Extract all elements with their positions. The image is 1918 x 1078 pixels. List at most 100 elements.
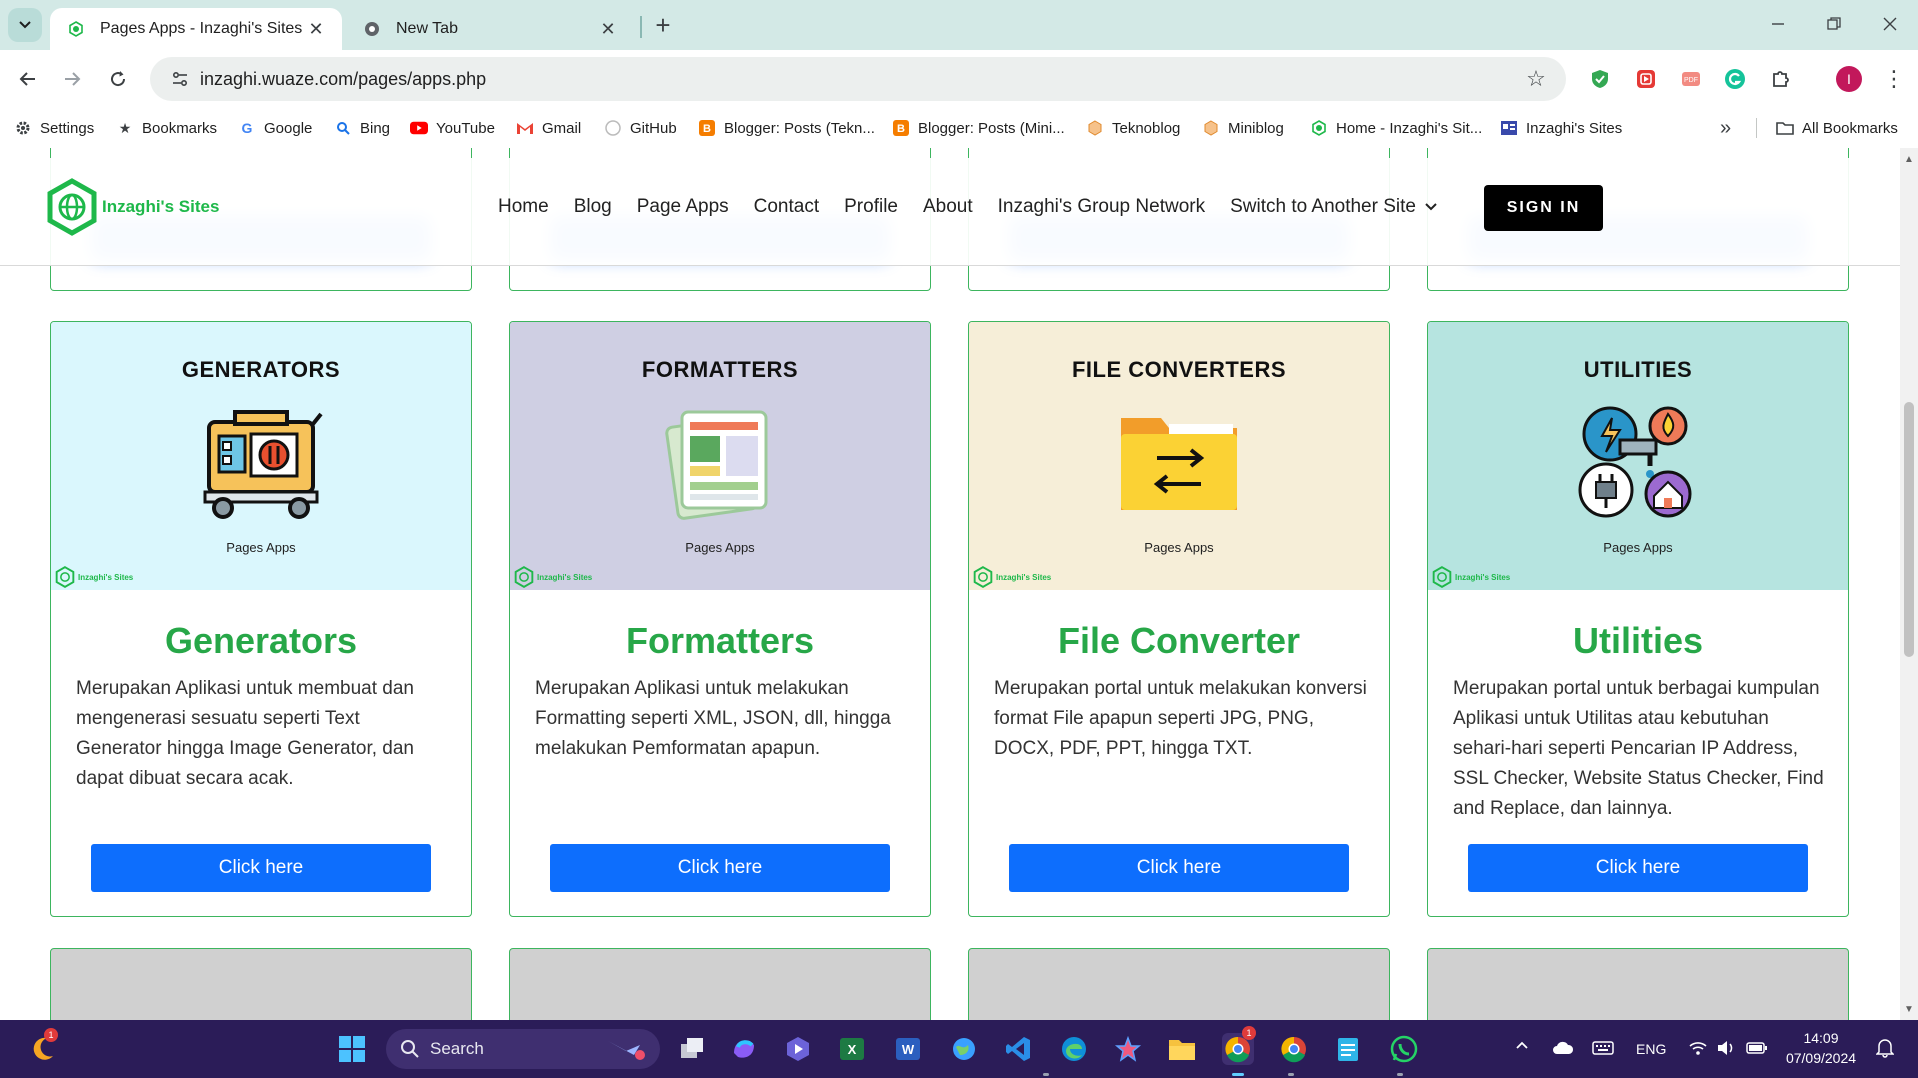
- nav-profile[interactable]: Profile: [844, 196, 898, 218]
- bookmark-blogger-tekno[interactable]: B Blogger: Posts (Tekn...: [698, 116, 875, 140]
- all-bookmarks-button[interactable]: All Bookmarks: [1776, 116, 1898, 140]
- bookmark-inzaghi-sites[interactable]: Inzaghi's Sites: [1500, 116, 1622, 140]
- close-window-button[interactable]: [1862, 0, 1918, 48]
- clock-time[interactable]: 14:09: [1786, 1030, 1856, 1046]
- new-tab-button[interactable]: +: [648, 10, 678, 40]
- battery-icon[interactable]: [1746, 1040, 1768, 1059]
- minimize-icon: [1772, 23, 1784, 25]
- nav-contact[interactable]: Contact: [754, 196, 819, 218]
- notepad-icon[interactable]: [1332, 1033, 1364, 1065]
- click-here-button[interactable]: Click here: [1468, 844, 1808, 892]
- forward-button[interactable]: [54, 61, 90, 97]
- chrome-profile-icon[interactable]: [1278, 1033, 1310, 1065]
- tab-title: Pages Apps - Inzaghi's Sites: [100, 20, 303, 37]
- extensions-puzzle-icon[interactable]: [1768, 66, 1794, 92]
- tab-search-button[interactable]: [8, 8, 42, 42]
- card-description: Merupakan Aplikasi untuk melakukan Forma…: [535, 678, 891, 759]
- clock-date[interactable]: 07/09/2024: [1778, 1050, 1864, 1066]
- file-explorer-icon[interactable]: [1166, 1033, 1198, 1065]
- restore-button[interactable]: [1806, 0, 1862, 48]
- pdf-extension-icon[interactable]: PDF: [1678, 66, 1704, 92]
- folder-icon: [1776, 119, 1794, 137]
- site-brand[interactable]: Inzaghi's Sites: [46, 178, 219, 236]
- shield-extension-icon[interactable]: [1587, 66, 1613, 92]
- running-indicator: [1397, 1073, 1403, 1076]
- bookmark-home-inzaghi[interactable]: Home - Inzaghi's Sit...: [1310, 116, 1482, 140]
- close-tab-icon[interactable]: ✕: [598, 19, 618, 39]
- bookmark-miniblog[interactable]: Miniblog: [1202, 116, 1284, 140]
- bookmark-youtube[interactable]: YouTube: [410, 116, 495, 140]
- bookmark-settings[interactable]: Settings: [14, 116, 94, 140]
- bookmark-star-icon[interactable]: ☆: [1516, 66, 1556, 92]
- card-banner: UTILITIES Pages Apps Inzaghi's Sites: [1428, 322, 1848, 590]
- svg-text:B: B: [897, 123, 905, 135]
- bookmark-blogger-mini[interactable]: B Blogger: Posts (Mini...: [892, 116, 1065, 140]
- close-tab-icon[interactable]: ✕: [306, 19, 326, 39]
- more-bookmarks-button[interactable]: »: [1720, 116, 1731, 140]
- bookmark-label: YouTube: [436, 119, 495, 137]
- chrome-menu-icon[interactable]: ⋮: [1880, 64, 1908, 94]
- bookmark-teknoblog[interactable]: Teknoblog: [1086, 116, 1180, 140]
- language-indicator[interactable]: ENG: [1636, 1041, 1666, 1057]
- bookmark-bing[interactable]: Bing: [334, 116, 390, 140]
- click-here-button[interactable]: Click here: [1009, 844, 1349, 892]
- app-hexagon-icon[interactable]: [782, 1033, 814, 1065]
- wifi-icon[interactable]: [1688, 1040, 1708, 1059]
- sign-in-button[interactable]: SIGN IN: [1484, 185, 1603, 231]
- taskbar-search-box[interactable]: Search: [386, 1029, 660, 1069]
- click-here-button[interactable]: Click here: [550, 844, 890, 892]
- video-extension-icon[interactable]: [1633, 66, 1659, 92]
- vscode-icon[interactable]: [1002, 1033, 1034, 1065]
- banner-watermark: Inzaghi's Sites: [1432, 566, 1510, 588]
- nav-about[interactable]: About: [923, 196, 973, 218]
- notification-bell-icon[interactable]: [1875, 1038, 1895, 1061]
- tab-pages-apps[interactable]: Pages Apps - Inzaghi's Sites ✕: [50, 8, 342, 50]
- nav-home[interactable]: Home: [498, 196, 549, 218]
- card-next: [968, 948, 1390, 1020]
- profile-avatar[interactable]: I: [1836, 66, 1862, 92]
- bookmark-bookmarks[interactable]: ★ Bookmarks: [116, 116, 217, 140]
- whatsapp-icon[interactable]: [1388, 1033, 1420, 1065]
- task-view-icon[interactable]: [676, 1033, 708, 1065]
- bookmark-gmail[interactable]: Gmail: [516, 116, 581, 140]
- scroll-up-icon[interactable]: ▲: [1903, 154, 1915, 166]
- keyboard-icon[interactable]: [1592, 1040, 1614, 1059]
- nav-group-network[interactable]: Inzaghi's Group Network: [998, 196, 1205, 218]
- address-bar[interactable]: inzaghi.wuaze.com/pages/apps.php ☆: [150, 57, 1566, 101]
- windows-start-icon[interactable]: [336, 1033, 368, 1065]
- youtube-icon: [410, 119, 428, 137]
- tab-new-tab[interactable]: New Tab ✕: [346, 8, 634, 50]
- url-text[interactable]: inzaghi.wuaze.com/pages/apps.php: [200, 69, 1516, 90]
- chrome-icon: [362, 19, 382, 39]
- copilot-icon[interactable]: [728, 1033, 760, 1065]
- nav-switch-site-dropdown[interactable]: Switch to Another Site: [1230, 196, 1438, 218]
- word-icon[interactable]: W: [892, 1033, 924, 1065]
- reload-button[interactable]: [100, 61, 136, 97]
- banner-subtitle: Pages Apps: [685, 540, 755, 555]
- browser-toolbar: inzaghi.wuaze.com/pages/apps.php ☆ PDF I…: [0, 50, 1918, 108]
- nav-blog[interactable]: Blog: [574, 196, 612, 218]
- tray-chevron-up-icon[interactable]: [1514, 1038, 1530, 1059]
- back-button[interactable]: [10, 61, 46, 97]
- globe-app-icon[interactable]: [948, 1033, 980, 1065]
- bookmark-google[interactable]: G Google: [238, 116, 313, 140]
- volume-icon[interactable]: [1716, 1040, 1736, 1059]
- grammarly-extension-icon[interactable]: [1722, 66, 1748, 92]
- scrollbar-thumb[interactable]: [1904, 402, 1914, 657]
- blogger-icon: B: [892, 119, 910, 137]
- page-viewport: Inzaghi's Sites Home Blog Page Apps Cont…: [0, 148, 1900, 1020]
- edge-icon[interactable]: [1058, 1033, 1090, 1065]
- page-scrollbar[interactable]: ▲ ▼: [1900, 148, 1918, 1020]
- excel-icon[interactable]: X: [836, 1033, 868, 1065]
- nav-page-apps[interactable]: Page Apps: [637, 196, 729, 218]
- minimize-button[interactable]: [1750, 0, 1806, 48]
- onedrive-cloud-icon[interactable]: [1552, 1040, 1574, 1059]
- bookmark-github[interactable]: GitHub: [604, 116, 677, 140]
- tab-title: New Tab: [396, 20, 458, 37]
- site-info-icon[interactable]: [160, 70, 200, 88]
- card-next: [1427, 948, 1849, 1020]
- svg-text:PDF: PDF: [1684, 77, 1698, 84]
- paint-app-icon[interactable]: [1112, 1033, 1144, 1065]
- scroll-down-icon[interactable]: ▼: [1903, 1004, 1915, 1016]
- click-here-button[interactable]: Click here: [91, 844, 431, 892]
